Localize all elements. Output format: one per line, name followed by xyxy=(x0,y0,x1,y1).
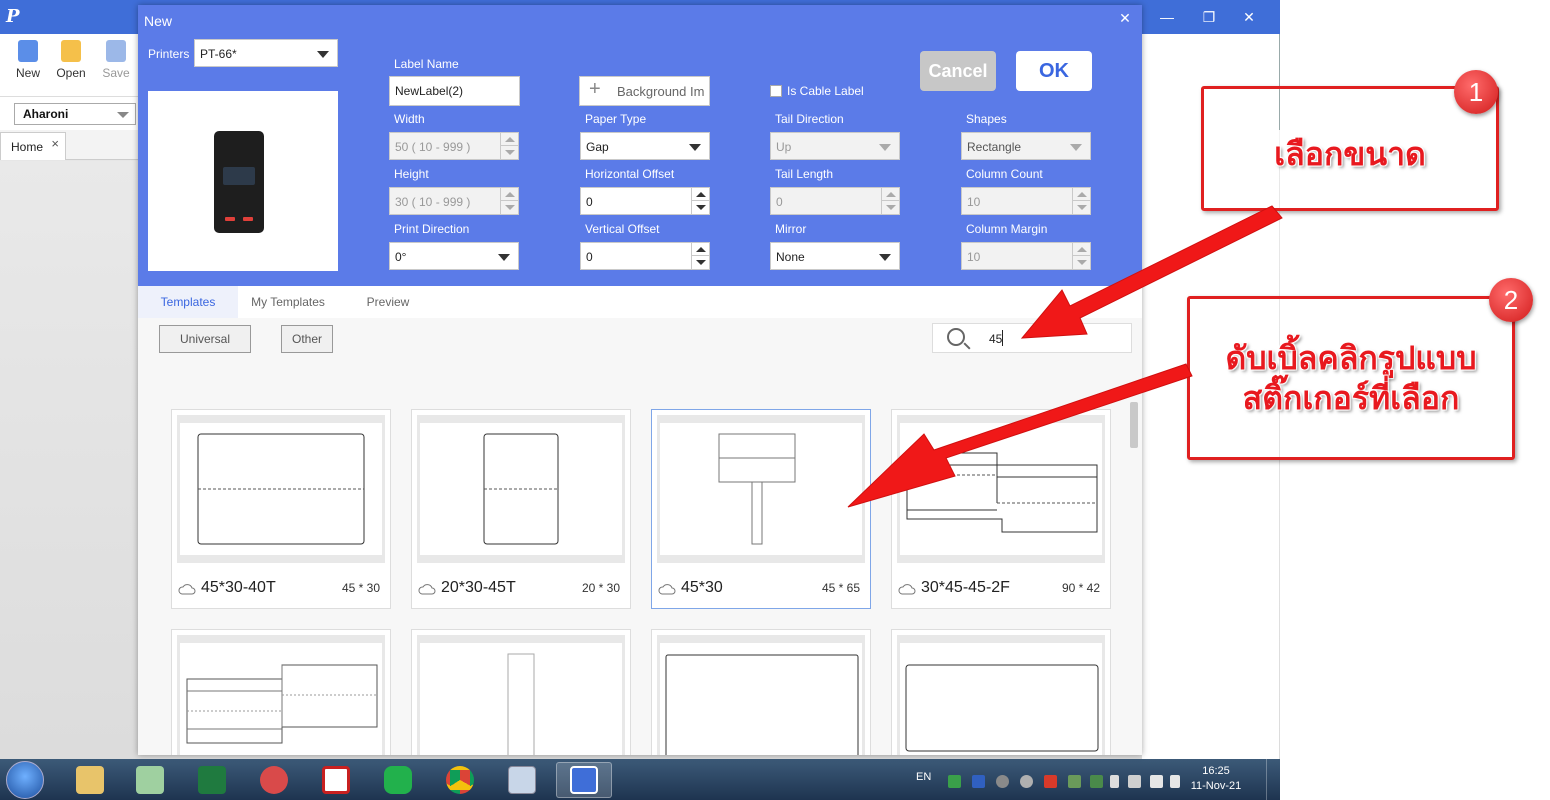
annotation-arrows xyxy=(847,205,1283,508)
arrow-to-selected-template xyxy=(847,363,1193,508)
arrow-to-search-field xyxy=(1020,205,1283,339)
